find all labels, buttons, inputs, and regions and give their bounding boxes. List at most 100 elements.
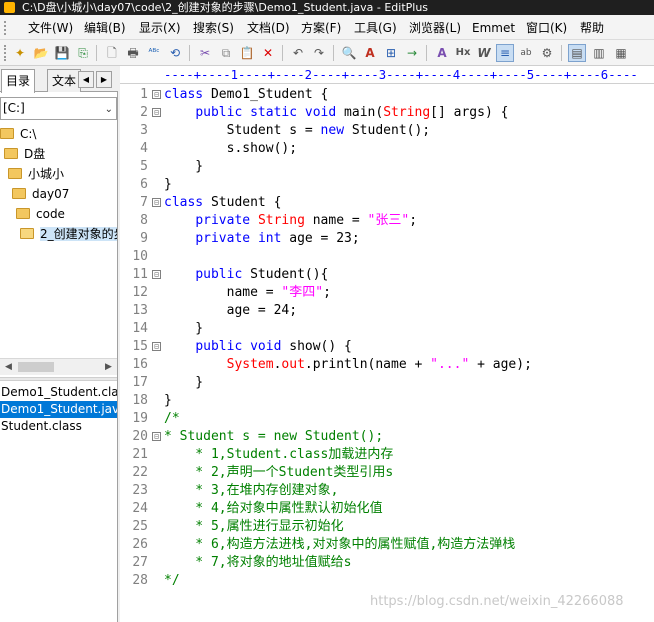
menu-document[interactable]: 文档(D)	[245, 19, 292, 37]
scroll-right-icon[interactable]: ▶	[100, 359, 117, 376]
menu-edit[interactable]: 编辑(B)	[82, 19, 128, 37]
save-all-icon[interactable]: ⎘	[74, 44, 92, 62]
find-icon[interactable]: 🔍	[340, 44, 358, 62]
fold-toggle-icon[interactable]: ⊟	[152, 432, 161, 441]
spell-icon[interactable]: ab	[517, 44, 535, 62]
file-item-selected[interactable]: Demo1_Student.java	[0, 401, 117, 418]
code-line: 7 ⊟ class Student {	[120, 194, 654, 212]
hex-viewer-icon[interactable]: Hx	[454, 44, 472, 62]
line-number: 21	[132, 447, 148, 462]
menu-browser[interactable]: 浏览器(L)	[407, 19, 463, 37]
code-text: private int age = 23;	[195, 231, 360, 246]
tab-cliptext[interactable]: 文本	[47, 69, 82, 92]
code-line: 22 * 2,声明一个Student类型引用s	[120, 464, 654, 482]
tree-horizontal-scrollbar[interactable]: ◀ ▶	[0, 358, 117, 375]
code-line: 3 Student s = new Student();	[120, 122, 654, 140]
folder-item[interactable]: day07	[12, 184, 69, 204]
replace-icon[interactable]: A	[361, 44, 379, 62]
goto-line-icon[interactable]: →	[403, 44, 421, 62]
print-preview-icon[interactable]: 🗋	[103, 44, 121, 62]
folder-item-selected[interactable]: 2_创建对象的步	[20, 224, 117, 244]
code-line: 23 * 3,在堆内存创建对象,	[120, 482, 654, 500]
print-icon[interactable]: 🖶	[124, 44, 142, 62]
tab-scroll-right-icon[interactable]: ▶	[96, 71, 112, 88]
fold-toggle-icon[interactable]: ⊟	[152, 108, 161, 117]
folder-item[interactable]: 小城小	[8, 164, 64, 184]
line-number: 19	[132, 411, 148, 426]
code-area[interactable]: 1 ⊟ class Demo1_Student { 2 ⊟ public static…	[120, 84, 654, 604]
code-text: }	[164, 177, 172, 192]
code-text: /*	[164, 411, 180, 426]
column-ruler: ----+----1----+----2----+----3----+----4…	[120, 66, 654, 84]
scroll-left-icon[interactable]: ◀	[0, 359, 17, 376]
open-file-icon[interactable]: 📂	[32, 44, 50, 62]
folder-item[interactable]: D盘	[4, 144, 45, 164]
code-text: public Student(){	[195, 267, 329, 282]
tab-scroll-left-icon[interactable]: ◀	[78, 71, 94, 88]
cut-icon[interactable]: ✂	[196, 44, 214, 62]
line-number: 17	[132, 375, 148, 390]
layout-two-icon[interactable]: ▥	[590, 44, 608, 62]
toolbar-separator	[426, 45, 427, 61]
fold-toggle-icon[interactable]: ⊟	[152, 342, 161, 351]
sidebar-splitter[interactable]	[0, 377, 117, 381]
code-text: name = "李四";	[164, 285, 331, 300]
line-number: 11	[132, 267, 148, 282]
folder-open-icon	[20, 228, 34, 239]
fold-toggle-icon[interactable]: ⊟	[152, 90, 161, 99]
folder-item[interactable]: code	[16, 204, 65, 224]
paste-icon[interactable]: 📋	[238, 44, 256, 62]
tab-directory[interactable]: 目录	[1, 69, 36, 93]
menu-help[interactable]: 帮助	[578, 19, 606, 37]
menu-window[interactable]: 窗口(K)	[524, 19, 569, 37]
scrollbar-thumb[interactable]	[18, 362, 54, 372]
settings-icon[interactable]: ⚙	[538, 44, 556, 62]
drive-select[interactable]: [C:] ⌄	[0, 97, 117, 120]
menu-emmet[interactable]: Emmet	[470, 19, 517, 37]
menu-tools[interactable]: 工具(G)	[352, 19, 399, 37]
menu-file[interactable]: 文件(W)	[26, 19, 75, 37]
cliptext-icon[interactable]: ≡	[496, 44, 514, 62]
line-number: 24	[132, 501, 148, 516]
code-line: 10	[120, 248, 654, 266]
menu-project[interactable]: 方案(F)	[299, 19, 343, 37]
copy-icon[interactable]: ⧉	[217, 44, 235, 62]
code-text: Student s = new Student();	[164, 123, 431, 138]
layout-one-icon[interactable]: ▤	[568, 44, 586, 62]
line-number: 16	[132, 357, 148, 372]
file-item[interactable]: Student.class	[0, 418, 117, 435]
folder-open-icon	[8, 168, 22, 179]
code-line: 9 private int age = 23;	[120, 230, 654, 248]
save-icon[interactable]: 💾	[53, 44, 71, 62]
redo-icon[interactable]: ↷	[310, 44, 328, 62]
menubar-grip[interactable]	[4, 21, 8, 35]
title-bar[interactable]: C:\D盘\小城小\day07\code\2_创建对象的步骤\Demo1_Stu…	[0, 0, 654, 15]
file-item[interactable]: Demo1_Student.class	[0, 384, 117, 401]
spell-check-icon[interactable]: ᴬᴮᶜ	[145, 44, 163, 62]
toolbar-separator	[282, 45, 283, 61]
code-line: 14 }	[120, 320, 654, 338]
undo-icon[interactable]: ↶	[289, 44, 307, 62]
find-in-files-icon[interactable]: ⊞	[382, 44, 400, 62]
delete-icon[interactable]: ✕	[259, 44, 277, 62]
fold-toggle-icon[interactable]: ⊟	[152, 198, 161, 207]
line-number: 23	[132, 483, 148, 498]
word-wrap-icon[interactable]: W	[475, 44, 493, 62]
menu-search[interactable]: 搜索(S)	[191, 19, 236, 37]
toolbar-grip[interactable]	[4, 45, 8, 61]
menu-view[interactable]: 显示(X)	[137, 19, 183, 37]
browser-view-icon[interactable]: ⟲	[166, 44, 184, 62]
code-editor[interactable]: ----+----1----+----2----+----3----+----4…	[120, 66, 654, 622]
layout-three-icon[interactable]: ▦	[612, 44, 630, 62]
toolbar: ✦ 📂 💾 ⎘ 🗋 🖶 ᴬᴮᶜ ⟲ ✂ ⧉ 📋 ✕ ↶ ↷ 🔍 A ⊞ → A …	[0, 40, 654, 66]
folder-item[interactable]: C:\	[0, 124, 36, 144]
fold-toggle-icon[interactable]: ⊟	[152, 270, 161, 279]
new-file-icon[interactable]: ✦	[11, 44, 29, 62]
menu-bar: 文件(W) 编辑(B) 显示(X) 搜索(S) 文档(D) 方案(F) 工具(G…	[0, 15, 654, 40]
sidebar-tabs: 目录 文本 ◀ ▶	[0, 66, 118, 93]
code-text: public static void main(String[] args) {	[195, 105, 509, 120]
code-line: 25 * 5,属性进行显示初始化	[120, 518, 654, 536]
folder-open-icon	[0, 128, 14, 139]
font-icon[interactable]: A	[433, 44, 451, 62]
code-line: 16 System.out.println(name + "..." + age…	[120, 356, 654, 374]
